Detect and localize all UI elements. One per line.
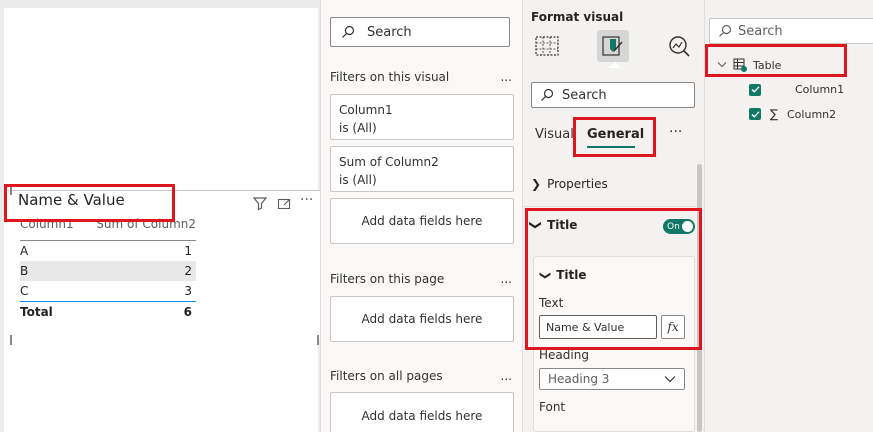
row-value: 3 <box>184 284 192 298</box>
format-search-placeholder: Search <box>562 87 607 103</box>
title-text-input[interactable]: Name & Value <box>539 315 657 339</box>
data-table-node[interactable]: Table <box>717 58 781 72</box>
analytics-icon[interactable] <box>663 30 695 62</box>
field-column2[interactable]: ∑ Column2 <box>749 107 836 121</box>
checkbox-checked-icon[interactable] <box>749 83 761 96</box>
checkbox-checked-icon[interactable] <box>749 108 761 120</box>
data-search-placeholder: Search <box>738 23 783 39</box>
row-value: 2 <box>184 264 192 278</box>
filter-card-sum-column2[interactable]: Sum of Column2 is (All) <box>330 146 514 192</box>
filter-field-name: Column1 <box>339 103 393 117</box>
toggle-label: On <box>667 221 680 232</box>
chevron-down-icon <box>717 62 727 68</box>
format-pane-scrollbar[interactable] <box>697 164 702 432</box>
format-pane-title: Format visual <box>531 10 624 24</box>
field-name: Column1 <box>795 83 845 96</box>
subsection-label: Title <box>556 268 587 282</box>
table-row[interactable]: C 3 <box>20 281 196 301</box>
add-data-fields-visual[interactable]: Add data fields here <box>330 198 514 244</box>
more-options-icon[interactable]: ... <box>501 272 512 286</box>
resize-handle[interactable] <box>10 335 12 345</box>
filter-icon[interactable] <box>252 195 268 211</box>
visual-title: Name & Value <box>18 191 125 209</box>
filter-field-name: Sum of Column2 <box>339 155 439 169</box>
focus-mode-icon[interactable] <box>276 195 292 211</box>
row-label: A <box>20 244 29 258</box>
row-value: 1 <box>184 244 192 258</box>
text-label: Text <box>539 296 564 310</box>
search-icon <box>719 24 732 37</box>
resize-handle[interactable] <box>10 185 12 195</box>
section-label: Title <box>547 218 578 232</box>
filters-search-input[interactable]: Search <box>330 17 510 47</box>
table-visual[interactable]: Name & Value ··· Column1 Sum of Column2 … <box>10 185 320 345</box>
column-header-sum-column2[interactable]: Sum of Column2 <box>96 217 196 235</box>
field-column1[interactable]: Column1 <box>749 83 844 96</box>
build-visual-icon[interactable] <box>531 30 563 62</box>
more-options-icon[interactable]: ··· <box>300 193 316 211</box>
report-canvas: Name & Value ··· Column1 Sum of Column2 … <box>0 0 320 432</box>
chevron-down-icon: ❯ <box>529 219 544 231</box>
table-matrix: Column1 Sum of Column2 A 1 B 2 C 3 Total… <box>20 217 196 322</box>
table-total-row: Total 6 <box>20 302 196 322</box>
title-section[interactable]: ❯ Title <box>529 218 578 232</box>
resize-handle[interactable] <box>317 335 319 345</box>
row-label: B <box>20 264 29 278</box>
filter-state: is (All) <box>339 121 377 135</box>
table-header-row: Column1 Sum of Column2 <box>20 217 196 235</box>
row-label: C <box>20 284 29 298</box>
title-toggle[interactable]: On <box>663 219 695 234</box>
table-row[interactable]: B 2 <box>20 261 196 281</box>
section-label: Filters on this visual <box>330 70 450 84</box>
divider <box>523 206 697 207</box>
field-name: Column2 <box>787 107 837 121</box>
filters-on-page-heading: Filters on this page ... <box>330 272 512 286</box>
table-row[interactable]: A 1 <box>20 241 196 261</box>
conditional-formatting-fx-button[interactable]: fx <box>661 315 685 339</box>
heading-selected-value: Heading 3 <box>548 372 610 386</box>
data-pane: Search Table Column1 ∑ Column2 <box>704 0 873 432</box>
format-search-input[interactable]: Search <box>531 82 695 108</box>
title-subsection[interactable]: ❯ Title <box>539 268 587 282</box>
add-data-fields-all-pages[interactable]: Add data fields here <box>330 392 514 432</box>
filters-pane: Search Filters on this visual ... Column… <box>320 0 522 432</box>
table-icon <box>733 58 747 72</box>
visual-header-icons: ··· <box>252 193 316 211</box>
more-options-icon[interactable]: ... <box>501 369 512 383</box>
filter-card-column1[interactable]: Column1 is (All) <box>330 94 514 140</box>
tab-visual[interactable]: Visual <box>535 127 574 142</box>
section-label: Filters on all pages <box>330 369 443 383</box>
font-label: Font <box>539 400 566 414</box>
chevron-down-icon <box>664 376 676 383</box>
section-label: Properties <box>547 177 608 191</box>
chevron-right-icon: ❯ <box>531 177 542 191</box>
add-data-fields-page[interactable]: Add data fields here <box>330 296 514 342</box>
search-icon <box>342 25 355 38</box>
filters-search-placeholder: Search <box>367 24 412 40</box>
toggle-knob <box>682 221 693 232</box>
total-value: 6 <box>183 305 192 319</box>
search-icon <box>541 88 554 101</box>
filters-on-all-pages-heading: Filters on all pages ... <box>330 369 512 383</box>
tab-general[interactable]: General <box>587 127 644 142</box>
data-search-input[interactable]: Search <box>709 18 873 44</box>
more-options-icon[interactable]: ··· <box>669 124 682 140</box>
more-options-icon[interactable]: ... <box>501 70 512 84</box>
table-name: Table <box>753 58 782 72</box>
filters-on-visual-heading: Filters on this visual ... <box>330 70 512 84</box>
section-label: Filters on this page <box>330 272 445 286</box>
format-visual-icon[interactable] <box>597 30 629 62</box>
properties-section[interactable]: ❯ Properties <box>531 177 608 191</box>
total-label: Total <box>20 305 53 319</box>
sigma-icon: ∑ <box>769 107 779 121</box>
heading-label: Heading <box>539 348 589 362</box>
format-pane: Format visual Search Visual General ··· … <box>522 0 704 432</box>
active-pane-pointer <box>609 62 621 68</box>
filter-state: is (All) <box>339 173 377 187</box>
chevron-down-icon: ❯ <box>539 270 553 280</box>
column-header-column1[interactable]: Column1 <box>20 217 74 235</box>
active-tab-indicator <box>587 146 635 148</box>
heading-dropdown[interactable]: Heading 3 <box>539 368 685 390</box>
